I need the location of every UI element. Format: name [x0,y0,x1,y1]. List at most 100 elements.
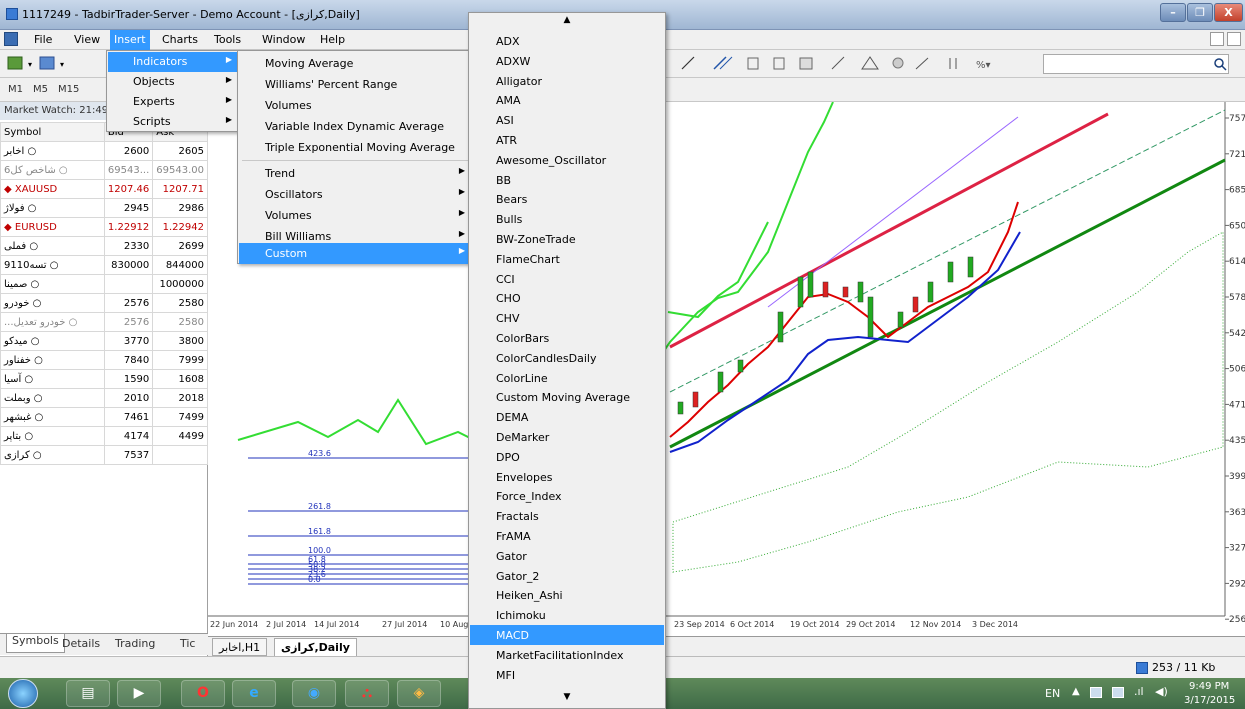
tray-expand-icon[interactable]: ▲ [1072,686,1080,697]
table-row[interactable]: فولاژ ○ 2945 2986 [0,198,208,218]
trading-terminal-icon[interactable]: ◈ [397,680,441,707]
custom-indicator-fractals[interactable]: Fractals [470,506,664,526]
media-player-icon[interactable]: ▶ [117,680,161,707]
table-row[interactable]: شاخص کل6 ○ 69543... 69543.00 [0,160,208,180]
menu-item-moving-average[interactable]: Moving Average [239,53,471,74]
messenger-icon[interactable]: ◉ [292,680,336,707]
tab-symbols[interactable]: Symbols [6,634,65,653]
clock-time[interactable]: 9:49 PM [1189,681,1229,692]
start-button[interactable] [8,679,38,708]
table-row[interactable]: ◆ XAUUSD 1207.46 1207.71 [0,179,208,199]
custom-indicator-adx[interactable]: ADX [470,31,664,51]
custom-indicator-envelopes[interactable]: Envelopes [470,467,664,487]
chart-tab-kerazi[interactable]: کرازی,Daily [274,638,357,656]
table-row[interactable]: اخابر ○ 2600 2605 [0,141,208,161]
search-icon[interactable] [1213,57,1227,71]
close-button[interactable]: X [1214,3,1243,22]
menu-item-vidya[interactable]: Variable Index Dynamic Average [239,116,471,137]
signal-icon[interactable]: .ıl [1134,685,1144,698]
custom-indicator-alligator[interactable]: Alligator [470,71,664,91]
timeframe-m5[interactable]: M5 [33,84,48,95]
menu-view[interactable]: View [74,33,100,46]
custom-indicator-bears[interactable]: Bears [470,189,664,209]
menu-item-objects[interactable]: Objects ▶ [108,72,238,92]
menu-insert[interactable]: Insert [110,30,150,50]
search-input[interactable] [1043,54,1229,74]
tab-trading[interactable]: Trading [115,637,155,650]
custom-indicator-demarker[interactable]: DeMarker [470,427,664,447]
custom-indicator-gator-2[interactable]: Gator_2 [470,566,664,586]
custom-indicator-ichimoku[interactable]: Ichimoku [470,605,664,625]
custom-indicator-force-index[interactable]: Force_Index [470,486,664,506]
table-row[interactable]: آسیا ○ 1590 1608 [0,369,208,389]
drawing-tools-icons[interactable]: %▾ [676,54,1026,74]
custom-indicator-flamechart[interactable]: FlameChart [470,249,664,269]
custom-indicator-dpo[interactable]: DPO [470,447,664,467]
table-row[interactable]: خودرو ○ 2576 2580 [0,293,208,313]
custom-indicator-bulls[interactable]: Bulls [470,209,664,229]
table-row[interactable]: بتاپر ○ 4174 4499 [0,426,208,446]
custom-indicator-gator[interactable]: Gator [470,546,664,566]
table-row[interactable]: فملی ○ 2330 2699 [0,236,208,256]
menu-item-trend[interactable]: Trend ▶ [239,163,471,184]
custom-indicator-cci[interactable]: CCI [470,269,664,289]
menu-item-custom[interactable]: Custom ▶ [239,243,471,264]
custom-indicator-colorbars[interactable]: ColorBars [470,328,664,348]
custom-indicator-awesome-oscillator[interactable]: Awesome_Oscillator [470,150,664,170]
menu-window[interactable]: Window [262,33,305,46]
tab-details[interactable]: Details [62,637,100,650]
table-row[interactable]: ...خودرو تعدیل ○ 2576 2580 [0,312,208,332]
menu-tools[interactable]: Tools [214,33,241,46]
menu-item-tema[interactable]: Triple Exponential Moving Average [239,137,471,158]
menu-file[interactable]: File [34,33,52,46]
table-row[interactable]: وبملت ○ 2010 2018 [0,388,208,408]
custom-indicator-heiken-ashi[interactable]: Heiken_Ashi [470,585,664,605]
menu-item-williams-percent-range[interactable]: Williams' Percent Range [239,74,471,95]
table-row[interactable]: کرازی ○ 7537 [0,445,208,465]
custom-indicator-dema[interactable]: DEMA [470,407,664,427]
column-symbol[interactable]: Symbol [0,122,105,142]
table-row[interactable]: ◆ EURUSD 1.22912 1.22942 [0,217,208,237]
custom-indicator-custom-moving-average[interactable]: Custom Moving Average [470,387,664,407]
menu-item-volumes[interactable]: Volumes [239,95,471,116]
timeframe-m15[interactable]: M15 [58,84,79,95]
menu-item-scripts[interactable]: Scripts ▶ [108,112,238,132]
explorer-icon[interactable]: ▤ [66,680,110,707]
table-row[interactable]: میدکو ○ 3770 3800 [0,331,208,351]
restore-button[interactable]: ❐ [1187,3,1213,22]
language-indicator[interactable]: EN [1045,687,1060,700]
menu-help[interactable]: Help [320,33,345,46]
pdf-reader-icon[interactable]: ⛬ [345,680,389,707]
table-row[interactable]: غبشهر ○ 7461 7499 [0,407,208,427]
clock-date[interactable]: 3/17/2015 [1184,695,1235,706]
custom-indicator-bb[interactable]: BB [470,170,664,190]
opera-icon[interactable]: O [181,680,225,707]
custom-indicator-bw-zonetrade[interactable]: BW-ZoneTrade [470,229,664,249]
tab-tick[interactable]: Tic [180,637,196,650]
scroll-down-icon[interactable]: ▼ [469,692,665,706]
custom-indicator-colorcandlesdaily[interactable]: ColorCandlesDaily [470,348,664,368]
custom-indicator-colorline[interactable]: ColorLine [470,368,664,388]
menu-charts[interactable]: Charts [162,33,198,46]
custom-indicator-chv[interactable]: CHV [470,308,664,328]
chart-window-icon[interactable] [4,32,18,46]
volume-icon[interactable]: ◀) [1155,685,1168,698]
custom-indicator-ama[interactable]: AMA [470,90,664,110]
menu-item-indicators[interactable]: Indicators ▶ [108,52,238,72]
custom-indicator-asi[interactable]: ASI [470,110,664,130]
custom-indicator-cho[interactable]: CHO [470,288,664,308]
menu-item-experts[interactable]: Experts ▶ [108,92,238,112]
custom-indicator-macd[interactable]: MACD [470,625,664,645]
custom-indicator-atr[interactable]: ATR [470,130,664,150]
minimize-button[interactable]: – [1160,3,1186,22]
custom-indicator-marketfacilitationindex[interactable]: MarketFacilitationIndex [470,645,664,665]
mdi-minimize-icon[interactable] [1210,32,1224,46]
mdi-restore-icon[interactable] [1227,32,1241,46]
menu-item-oscillators[interactable]: Oscillators ▶ [239,184,471,205]
scroll-up-icon[interactable]: ▲ [469,15,665,29]
timeframe-m1[interactable]: M1 [8,84,23,95]
table-row[interactable]: خفناور ○ 7840 7999 [0,350,208,370]
custom-indicator-frama[interactable]: FrAMA [470,526,664,546]
flag-icon[interactable] [1090,687,1102,698]
table-row[interactable]: تسه9110 ○ 830000 844000 [0,255,208,275]
